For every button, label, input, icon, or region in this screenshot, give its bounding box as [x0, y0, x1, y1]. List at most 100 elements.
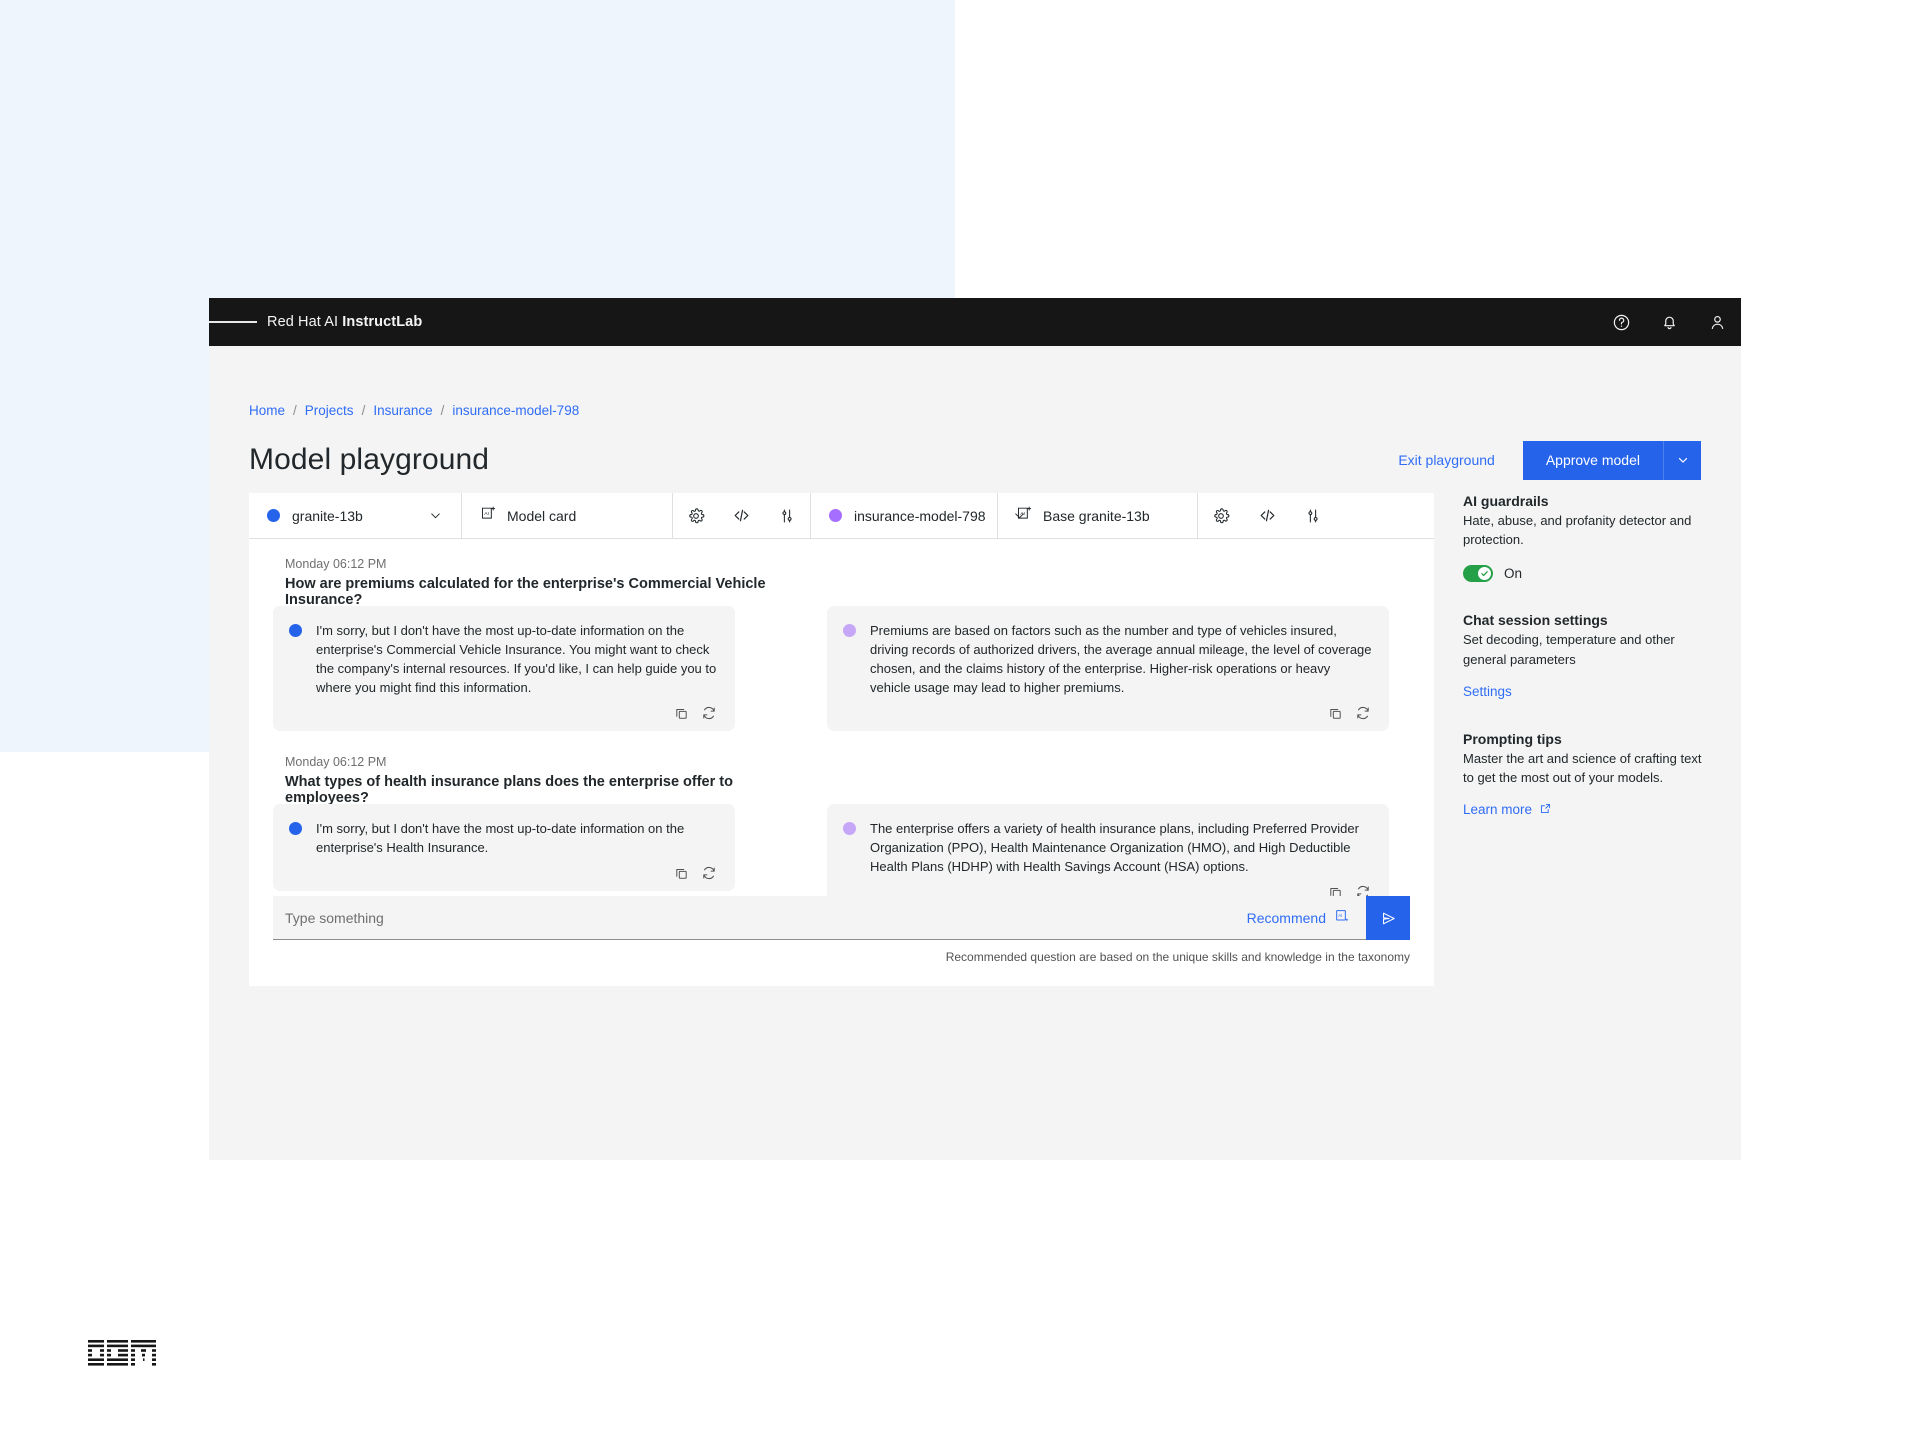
ai-guardrails-description: Hate, abuse, and profanity detector and … [1463, 513, 1692, 548]
right-settings-panel: AI guardrails Hate, abuse, and profanity… [1463, 493, 1703, 819]
chat-turn: Monday 06:12 PM What types of health ins… [285, 755, 805, 806]
app-window: Red Hat AI InstructLab Home / Projects /… [209, 298, 1741, 1160]
page-header-actions: Exit playground Approve model [1398, 440, 1701, 480]
breadcrumb-item-insurance[interactable]: Insurance [373, 403, 432, 418]
copy-icon[interactable] [671, 863, 691, 883]
bubble-action-row [316, 703, 719, 723]
bubble-action-row [316, 863, 719, 883]
model-status-dot [267, 509, 280, 522]
bubble-action-row [870, 703, 1373, 723]
recommend-button[interactable]: Recommend AI [1247, 908, 1354, 927]
left-model-response-bubble: I'm sorry, but I don't have the most up-… [273, 804, 735, 892]
right-model-card-label: Base granite-13b [1043, 507, 1150, 524]
message-timestamp: Monday 06:12 PM [285, 755, 387, 769]
svg-text:AI: AI [484, 511, 489, 517]
svg-text:AI: AI [1338, 913, 1342, 918]
ai-guardrails-toggle-state: On [1504, 566, 1523, 582]
right-model-name: insurance-model-798 [854, 507, 986, 524]
approve-model-button[interactable]: Approve model [1522, 440, 1663, 480]
brand-bold: InstructLab [342, 314, 423, 330]
toggle-knob [1478, 567, 1491, 581]
response-text: The enterprise offers a variety of healt… [870, 821, 1359, 875]
prompting-tips-section: Prompting tips Master the art and scienc… [1463, 731, 1703, 819]
regenerate-icon[interactable] [699, 703, 719, 723]
prompting-tips-title: Prompting tips [1463, 730, 1562, 747]
breadcrumb: Home / Projects / Insurance / insurance-… [249, 403, 579, 418]
ai-guardrails-title: AI guardrails [1463, 493, 1549, 509]
response-text: I'm sorry, but I don't have the most up-… [316, 623, 717, 696]
playground-toolbar: granite-13b AI Model card insurance-mode… [249, 493, 1434, 539]
copy-icon[interactable] [1325, 703, 1345, 723]
approve-model-dropdown-button[interactable] [1663, 440, 1701, 480]
content-surface: Home / Projects / Insurance / insurance-… [209, 346, 1741, 1160]
message-timestamp: Monday 06:12 PM [285, 557, 387, 571]
left-model-card-label: Model card [507, 507, 577, 524]
ibm-logo-mark [88, 1340, 156, 1366]
copy-icon[interactable] [671, 703, 691, 723]
chevron-down-icon [402, 508, 443, 523]
recommend-label: Recommend [1246, 909, 1326, 926]
ai-guardrails-section: AI guardrails Hate, abuse, and profanity… [1463, 493, 1703, 583]
ai-model-card-icon: AI [480, 505, 497, 527]
left-model-card-button[interactable]: AI Model card [462, 493, 673, 538]
send-icon [1382, 912, 1395, 924]
hamburger-menu-icon[interactable] [209, 298, 257, 346]
check-icon [1481, 571, 1488, 577]
app-header-actions [1597, 298, 1741, 346]
learn-more-link[interactable]: Learn more [1463, 802, 1552, 818]
regenerate-icon[interactable] [699, 863, 719, 883]
learn-more-label: Learn more [1463, 802, 1533, 818]
page-root: Red Hat AI InstructLab Home / Projects /… [0, 0, 1920, 1440]
model-indicator-dot [843, 624, 856, 637]
user-avatar-icon[interactable] [1693, 298, 1741, 346]
breadcrumb-separator: / [361, 403, 366, 418]
composer-field-wrapper[interactable]: Recommend AI [273, 896, 1366, 940]
prompting-tips-description: Master the art and science of crafting t… [1463, 750, 1702, 786]
breadcrumb-item-home[interactable]: Home [249, 403, 285, 418]
ai-guardrails-toggle[interactable] [1463, 565, 1493, 583]
chat-turn: Monday 06:12 PM How are premiums calcula… [285, 557, 805, 608]
send-button[interactable] [1366, 896, 1410, 940]
code-icon[interactable] [1244, 493, 1290, 538]
chevron-down-icon [1678, 457, 1687, 463]
gear-icon[interactable] [1198, 493, 1244, 538]
ai-model-card-icon: AI [1016, 505, 1033, 527]
svg-text:AI: AI [1020, 511, 1025, 517]
right-model-selector[interactable]: insurance-model-798 [811, 493, 1024, 538]
help-icon[interactable] [1597, 298, 1645, 346]
sliders-icon[interactable] [1290, 493, 1336, 538]
code-icon[interactable] [719, 493, 765, 538]
gear-icon[interactable] [673, 493, 719, 538]
message-input[interactable] [285, 909, 1247, 926]
breadcrumb-separator: / [293, 403, 297, 418]
chat-session-settings-description: Set decoding, temperature and other gene… [1463, 632, 1675, 667]
breadcrumb-item-projects[interactable]: Projects [305, 403, 354, 418]
right-model-response-bubble: Premiums are based on factors such as th… [827, 606, 1389, 732]
model-indicator-dot [289, 822, 302, 835]
app-brand-title: Red Hat AI InstructLab [267, 314, 422, 330]
chat-settings-link[interactable]: Settings [1463, 684, 1512, 699]
user-question: How are premiums calculated for the ente… [285, 576, 766, 608]
brand-prefix: Red Hat AI [267, 314, 343, 330]
response-text: Premiums are based on factors such as th… [870, 623, 1372, 696]
sliders-icon[interactable] [764, 493, 810, 538]
breadcrumb-item-model[interactable]: insurance-model-798 [452, 403, 579, 418]
message-composer: Recommend AI [273, 896, 1410, 940]
page-header-row: Model playground Exit playground Approve… [249, 434, 1701, 486]
chat-session-settings-title: Chat session settings [1463, 612, 1608, 629]
breadcrumb-separator: / [440, 403, 445, 418]
exit-playground-link[interactable]: Exit playground [1398, 452, 1495, 468]
left-model-name: granite-13b [292, 507, 363, 524]
composer-hint: Recommended question are based on the un… [945, 950, 1410, 964]
right-model-card-button[interactable]: AI Base granite-13b [998, 493, 1198, 538]
notification-bell-icon[interactable] [1645, 298, 1693, 346]
left-model-selector[interactable]: granite-13b [249, 493, 462, 538]
regenerate-icon[interactable] [1353, 703, 1373, 723]
app-header: Red Hat AI InstructLab [209, 298, 1741, 346]
right-model-response-bubble: The enterprise offers a variety of healt… [827, 804, 1389, 911]
external-link-icon [1539, 802, 1552, 818]
ai-recommend-icon: AI [1334, 908, 1350, 927]
left-model-response-bubble: I'm sorry, but I don't have the most up-… [273, 606, 735, 732]
ibm-logo [88, 1340, 160, 1375]
chat-session-settings-section: Chat session settings Set decoding, temp… [1463, 612, 1703, 700]
